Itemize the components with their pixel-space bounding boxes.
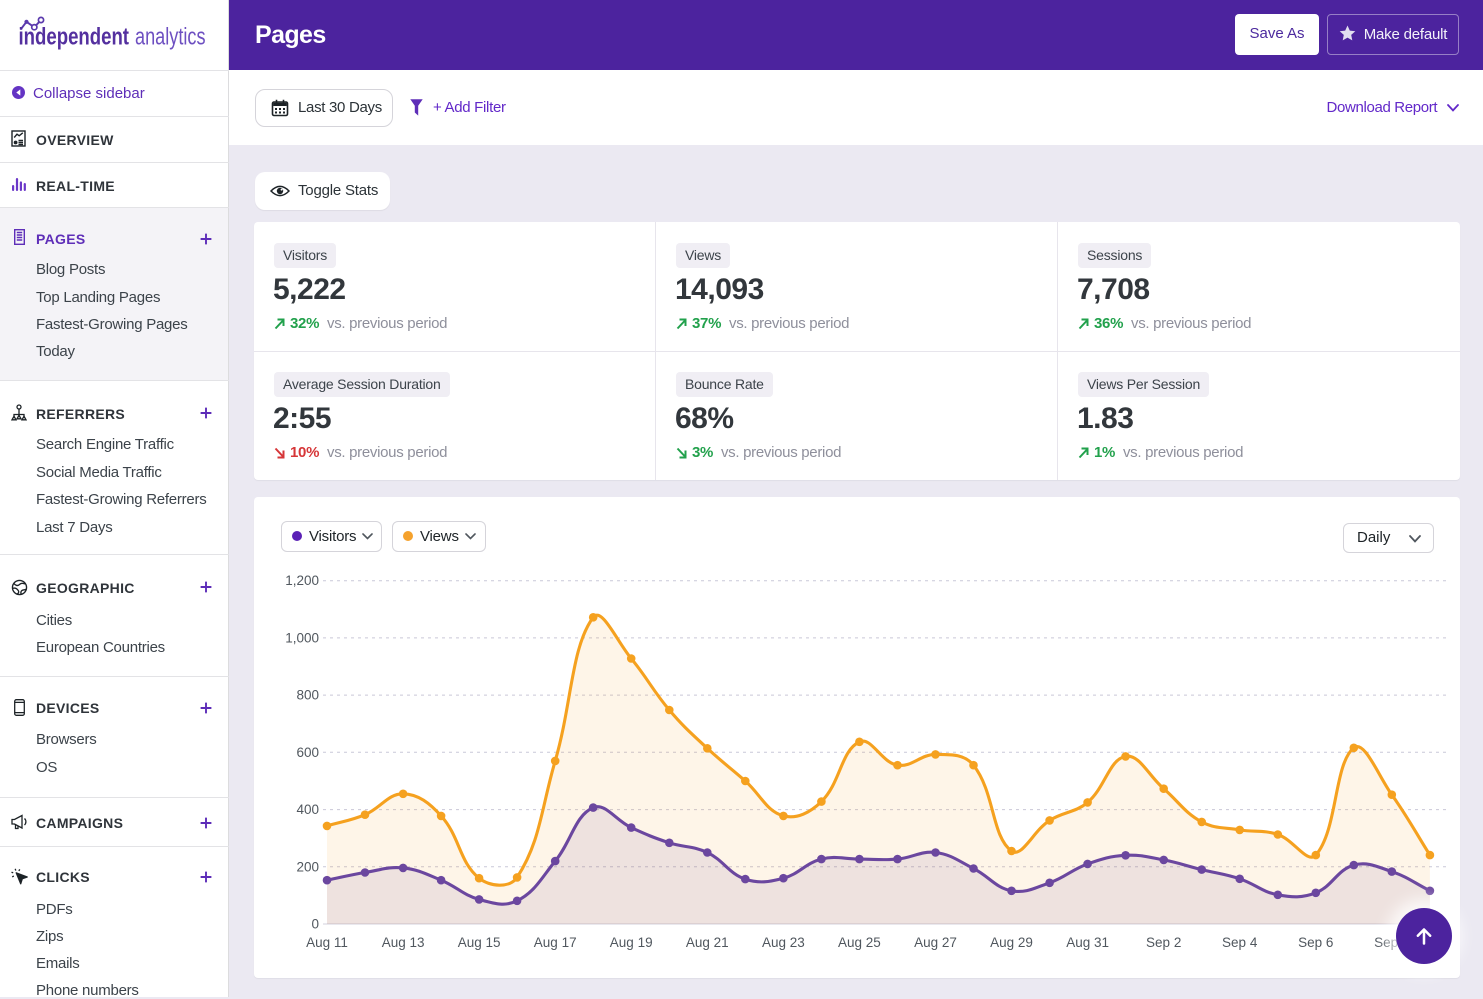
- svg-text:Sep 6: Sep 6: [1298, 935, 1333, 950]
- svg-text:800: 800: [296, 688, 319, 703]
- svg-text:analytics: analytics: [135, 24, 206, 51]
- svg-text:Aug 11: Aug 11: [306, 935, 348, 950]
- svg-text:independent: independent: [19, 24, 130, 51]
- svg-text:Sep 4: Sep 4: [1222, 935, 1258, 950]
- svg-text:0: 0: [311, 917, 319, 932]
- svg-text:Aug 21: Aug 21: [686, 935, 729, 950]
- svg-text:400: 400: [296, 802, 319, 817]
- svg-text:Sep 2: Sep 2: [1146, 935, 1181, 950]
- svg-text:1,000: 1,000: [285, 630, 319, 645]
- svg-text:Aug 29: Aug 29: [990, 935, 1033, 950]
- svg-text:1,200: 1,200: [285, 573, 319, 588]
- svg-text:Aug 27: Aug 27: [914, 935, 957, 950]
- svg-text:Aug 23: Aug 23: [762, 935, 805, 950]
- svg-text:Aug 13: Aug 13: [382, 935, 425, 950]
- svg-text:200: 200: [296, 859, 319, 874]
- svg-text:Aug 25: Aug 25: [838, 935, 881, 950]
- svg-text:Aug 15: Aug 15: [458, 935, 501, 950]
- svg-text:600: 600: [296, 745, 319, 760]
- svg-text:Aug 17: Aug 17: [534, 935, 577, 950]
- svg-text:Aug 19: Aug 19: [610, 935, 653, 950]
- svg-text:Aug 31: Aug 31: [1066, 935, 1109, 950]
